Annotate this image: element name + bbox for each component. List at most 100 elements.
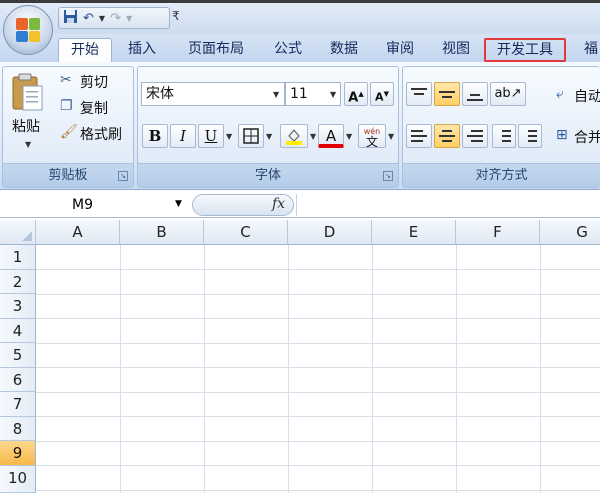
bold-button[interactable]: B xyxy=(142,124,168,148)
redo-dropdown-icon[interactable]: ▼ xyxy=(126,14,132,23)
row-header[interactable]: 7 xyxy=(0,392,36,417)
font-color-dropdown-icon[interactable]: ▼ xyxy=(346,132,352,141)
align-left-icon[interactable] xyxy=(406,124,432,148)
grid-line xyxy=(540,245,541,493)
cut-button[interactable]: 剪切 xyxy=(80,72,108,92)
paste-icon[interactable] xyxy=(10,72,46,112)
grid-line xyxy=(36,269,600,270)
top-align-icon[interactable] xyxy=(406,82,432,106)
undo-icon[interactable]: ↶ xyxy=(83,12,94,25)
align-center-icon[interactable] xyxy=(434,124,460,148)
redo-icon[interactable]: ↷ xyxy=(110,12,121,25)
row-header-selected[interactable]: 9 xyxy=(0,441,36,466)
merge-center-icon: ⊞ xyxy=(556,127,568,143)
row-header[interactable]: 1 xyxy=(0,245,36,270)
phonetic-char-label: 文 xyxy=(365,135,378,149)
select-all-button[interactable] xyxy=(0,220,36,245)
grid-line xyxy=(36,440,600,442)
worksheet-grid[interactable] xyxy=(0,220,600,493)
font-group-label: 字体 xyxy=(138,163,398,187)
column-header[interactable]: B xyxy=(120,220,204,245)
tab-partial[interactable]: 福 xyxy=(574,38,600,62)
tab-developer[interactable]: 开发工具 xyxy=(484,38,566,62)
column-header[interactable]: D xyxy=(288,220,372,245)
grid-line xyxy=(372,245,373,493)
row-header[interactable]: 2 xyxy=(0,269,36,294)
shrink-font-icon[interactable]: A▼ xyxy=(370,82,394,106)
phonetic-icon[interactable]: wén 文 xyxy=(358,124,386,148)
middle-align-icon[interactable] xyxy=(434,82,460,106)
font-name-select[interactable]: 宋体 xyxy=(141,82,285,106)
quick-access-toolbar: ↶ ▼ ↷ ▼ xyxy=(58,7,170,29)
format-painter-icon: 🖌 xyxy=(60,124,78,140)
undo-dropdown-icon[interactable]: ▼ xyxy=(99,14,105,23)
alignment-group-label: 对齐方式 xyxy=(403,163,600,187)
grid-line xyxy=(36,367,600,368)
paste-button[interactable]: 粘贴 xyxy=(12,116,40,136)
grid-line xyxy=(36,465,600,466)
font-color-button[interactable]: A xyxy=(318,124,344,148)
font-size-dropdown-icon[interactable]: ▼ xyxy=(330,90,336,99)
grid-line xyxy=(288,245,289,493)
underline-button[interactable]: U xyxy=(198,124,224,148)
column-header[interactable]: C xyxy=(204,220,288,245)
grid-line xyxy=(36,342,600,344)
grid-line xyxy=(36,416,600,417)
tab-insert[interactable]: 插入 xyxy=(116,38,168,62)
tab-formulas[interactable]: 公式 xyxy=(264,38,312,62)
grid-line xyxy=(36,318,600,319)
font-launcher-icon[interactable]: ↘ xyxy=(383,171,393,181)
name-box-dropdown-icon[interactable]: ▼ xyxy=(175,199,182,209)
wrap-text-button[interactable]: 自动 xyxy=(574,86,600,106)
format-painter-button[interactable]: 格式刷 xyxy=(80,124,122,144)
align-right-icon[interactable] xyxy=(462,124,488,148)
increase-indent-icon[interactable] xyxy=(518,124,542,148)
fill-color-icon[interactable] xyxy=(280,124,308,148)
grid-line xyxy=(456,245,457,493)
paste-dropdown-icon[interactable]: ▼ xyxy=(25,140,31,149)
row-header[interactable]: 8 xyxy=(0,416,36,441)
formula-input[interactable] xyxy=(296,194,600,216)
grid-line xyxy=(36,391,600,393)
copy-button[interactable]: 复制 xyxy=(80,98,108,118)
customize-qat-icon[interactable]: ₹ xyxy=(172,9,180,23)
tab-view[interactable]: 视图 xyxy=(432,38,480,62)
row-header[interactable]: 5 xyxy=(0,343,36,368)
tab-data[interactable]: 数据 xyxy=(320,38,368,62)
grid-line xyxy=(36,489,600,491)
font-name-dropdown-icon[interactable]: ▼ xyxy=(273,90,279,99)
italic-button[interactable]: I xyxy=(170,124,196,148)
grid-line xyxy=(36,293,600,295)
column-header[interactable]: E xyxy=(372,220,456,245)
merge-center-button[interactable]: 合并 xyxy=(574,127,600,147)
column-header[interactable]: A xyxy=(36,220,120,245)
insert-function-icon[interactable]: fx xyxy=(272,196,285,212)
borders-icon[interactable] xyxy=(238,124,264,148)
grid-line xyxy=(204,245,205,493)
row-header[interactable]: 6 xyxy=(0,367,36,392)
office-logo-icon xyxy=(16,18,40,42)
save-icon[interactable] xyxy=(63,9,78,27)
fill-color-dropdown-icon[interactable]: ▼ xyxy=(310,132,316,141)
phonetic-dropdown-icon[interactable]: ▼ xyxy=(388,132,394,141)
tab-review[interactable]: 审阅 xyxy=(376,38,424,62)
office-button[interactable] xyxy=(3,5,53,55)
grid-line xyxy=(120,245,121,493)
orientation-icon[interactable]: ab↗ xyxy=(490,82,526,106)
borders-dropdown-icon[interactable]: ▼ xyxy=(266,132,272,141)
tab-home[interactable]: 开始 xyxy=(58,38,112,62)
row-header[interactable]: 4 xyxy=(0,318,36,343)
row-header[interactable]: 3 xyxy=(0,294,36,319)
copy-icon: ❐ xyxy=(60,98,73,114)
underline-dropdown-icon[interactable]: ▼ xyxy=(226,132,232,141)
name-box[interactable]: M9 xyxy=(0,195,190,216)
row-header[interactable]: 10 xyxy=(0,465,36,493)
column-header[interactable]: F xyxy=(456,220,540,245)
tab-page-layout[interactable]: 页面布局 xyxy=(176,38,256,62)
bottom-align-icon[interactable] xyxy=(462,82,488,106)
decrease-indent-icon[interactable] xyxy=(492,124,516,148)
wrap-text-icon: ⤶ xyxy=(556,86,564,102)
column-header[interactable]: G xyxy=(540,220,600,245)
grow-font-icon[interactable]: A▲ xyxy=(344,82,368,106)
clipboard-launcher-icon[interactable]: ↘ xyxy=(118,171,128,181)
